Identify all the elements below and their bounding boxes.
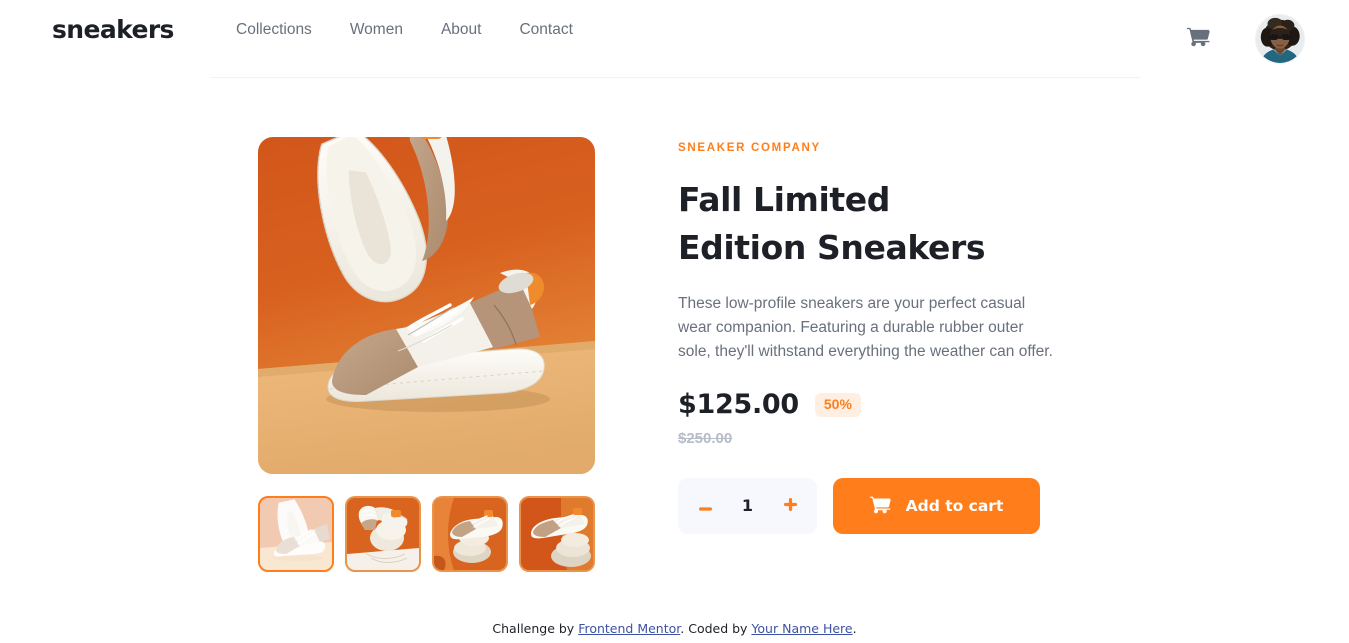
product-page: sneakers Collections Women About Contact [0, 0, 1349, 643]
nav-item-women[interactable]: Women [350, 20, 403, 42]
minus-icon [698, 499, 712, 514]
price-row: $125.00 50% [678, 389, 1068, 421]
shopping-cart-icon [1186, 26, 1210, 52]
site-header: sneakers Collections Women About Contact [0, 0, 1349, 78]
attribution-middle: . Coded by [680, 621, 752, 636]
avatar[interactable] [1255, 14, 1305, 64]
frontend-mentor-link[interactable]: Frontend Mentor [578, 621, 680, 636]
discount-badge: 50% [814, 393, 861, 417]
product-title: Fall Limited Edition Sneakers [678, 180, 986, 267]
product-gallery [258, 137, 596, 572]
product-main-image[interactable] [258, 137, 595, 474]
cart-button[interactable] [1185, 26, 1211, 52]
increase-quantity-button[interactable] [782, 498, 798, 514]
product-company: SNEAKER COMPANY [678, 142, 821, 154]
attribution: Challenge by Frontend Mentor. Coded by Y… [0, 620, 1349, 638]
quantity-stepper: 1 [678, 478, 817, 534]
main-navigation: Collections Women About Contact [236, 20, 573, 42]
nav-item-collections[interactable]: Collections [236, 20, 312, 42]
add-to-cart-label: Add to cart [905, 497, 1004, 515]
thumbnail-list [258, 496, 596, 572]
product-thumbnail-4[interactable] [519, 496, 595, 572]
quantity-value: 1 [741, 496, 754, 515]
product-thumbnail-3[interactable] [432, 496, 508, 572]
site-logo[interactable]: sneakers [52, 16, 174, 44]
attribution-suffix: . [852, 621, 857, 636]
cart-icon [869, 495, 891, 518]
price-current: $125.00 [678, 389, 799, 420]
product-thumbnail-2[interactable] [345, 496, 421, 572]
header-actions [1185, 0, 1305, 78]
product-actions: 1 Add to cart [678, 478, 1068, 534]
decrease-quantity-button[interactable] [697, 498, 713, 514]
nav-item-about[interactable]: About [441, 20, 482, 42]
product-thumbnail-1[interactable] [258, 496, 334, 572]
author-link[interactable]: Your Name Here [751, 621, 852, 636]
nav-item-contact[interactable]: Contact [519, 20, 572, 42]
plus-icon [783, 498, 797, 514]
attribution-prefix: Challenge by [492, 621, 579, 636]
product-description: These low-profile sneakers are your perf… [678, 295, 1053, 360]
main-content: SNEAKER COMPANY Fall Limited Edition Sne… [0, 78, 1349, 598]
price-original: $250.00 [678, 430, 733, 447]
add-to-cart-button[interactable]: Add to cart [833, 478, 1040, 534]
product-info: SNEAKER COMPANY Fall Limited Edition Sne… [678, 141, 1068, 534]
